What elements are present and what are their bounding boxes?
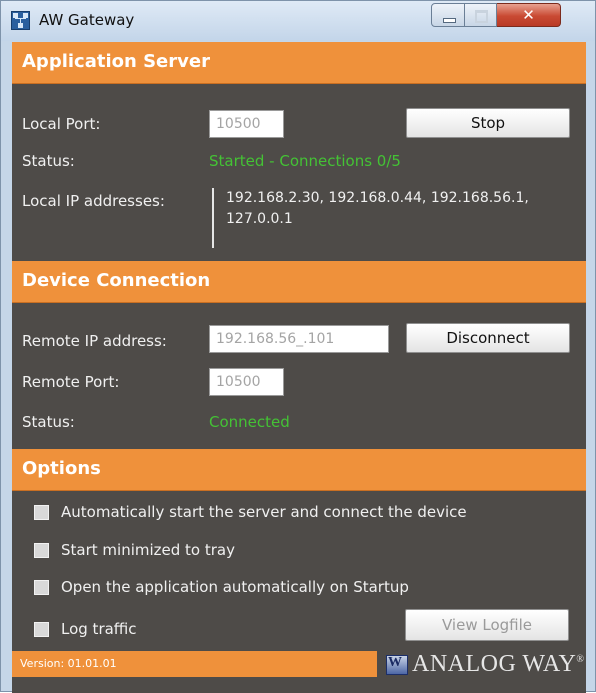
close-icon: ✕ <box>522 6 535 24</box>
options-header: Options <box>12 449 586 491</box>
close-button[interactable]: ✕ <box>497 3 561 27</box>
title-bar[interactable]: AW Gateway ✕ <box>1 1 595 41</box>
local-ip-list: 192.168.2.30, 192.168.0.44, 192.168.56.1… <box>212 188 582 248</box>
maximize-button[interactable] <box>465 3 497 27</box>
analog-way-brand: ANALOG WAY® <box>412 651 584 678</box>
brand-name: ANALOG WAY <box>412 651 577 677</box>
remote-port-input[interactable]: 10500 <box>209 368 284 396</box>
server-status-value: Started - Connections 0/5 <box>209 152 401 170</box>
analog-way-logo-icon <box>386 655 408 675</box>
window-title: AW Gateway <box>39 11 135 29</box>
local-ip-line: 127.0.0.1 <box>226 211 293 227</box>
application-server-header: Application Server <box>12 42 586 84</box>
analog-way-logo: ANALOG WAY® <box>382 648 586 682</box>
window-controls: ✕ <box>431 3 561 29</box>
start-minimized-checkbox[interactable] <box>34 543 49 558</box>
auto-start-label: Automatically start the server and conne… <box>61 503 467 521</box>
device-connection-header: Device Connection <box>12 261 586 303</box>
stop-button[interactable]: Stop <box>406 108 570 138</box>
remote-ip-input[interactable]: 192.168.56_.101 <box>209 325 389 353</box>
version-label: Version: 01.01.01 <box>12 651 377 677</box>
local-port-input[interactable]: 10500 <box>209 110 284 138</box>
device-status-value: Connected <box>209 413 290 431</box>
local-ip-label: Local IP addresses: <box>22 192 165 210</box>
log-traffic-checkbox[interactable] <box>34 622 49 637</box>
remote-port-label: Remote Port: <box>22 373 120 391</box>
view-logfile-button[interactable]: View Logfile <box>405 609 569 641</box>
registered-mark: ® <box>576 654 585 665</box>
network-app-icon <box>11 11 30 30</box>
device-status-label: Status: <box>22 413 75 431</box>
app-window: AW Gateway ✕ Application Server Local Po… <box>0 0 596 693</box>
main-panel: Application Server Local Port: 10500 Sto… <box>12 42 586 693</box>
local-port-label: Local Port: <box>22 115 101 133</box>
start-minimized-label: Start minimized to tray <box>61 541 235 559</box>
open-on-startup-checkbox[interactable] <box>34 580 49 595</box>
log-traffic-label: Log traffic <box>61 620 137 638</box>
server-status-label: Status: <box>22 152 75 170</box>
open-on-startup-label: Open the application automatically on St… <box>61 578 409 596</box>
auto-start-checkbox[interactable] <box>34 505 49 520</box>
minimize-button[interactable] <box>431 3 465 27</box>
remote-ip-label: Remote IP address: <box>22 332 167 350</box>
local-ip-line: 192.168.2.30, 192.168.0.44, 192.168.56.1… <box>226 190 529 206</box>
disconnect-button[interactable]: Disconnect <box>406 323 570 353</box>
